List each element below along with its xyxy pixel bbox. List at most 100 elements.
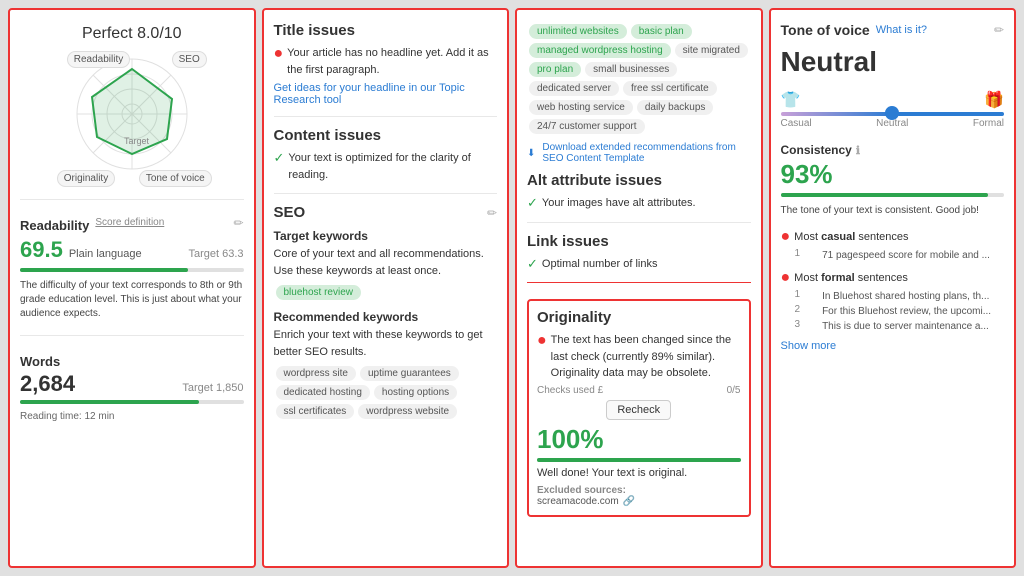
originality-score: 100% [537, 424, 741, 455]
tov-edit-icon[interactable]: ✏ [994, 23, 1004, 37]
casual-icon: 👕 [781, 90, 801, 110]
consistency-progress [781, 193, 1005, 197]
tov-header: Tone of voice What is it? ✏ [781, 22, 1005, 38]
recommended-keywords-title: Recommended keywords [274, 310, 498, 324]
target-tag[interactable]: bluehost review [276, 285, 361, 300]
alt-issues-title: Alt attribute issues [527, 172, 751, 189]
overall-score: Perfect 8.0/10 [20, 22, 244, 43]
formal-sentence-2: 2For this Bluehost review, the upcomi... [795, 304, 1005, 319]
title-issues-heading: Title issues [274, 22, 498, 39]
casual-sentences-label: Most casual sentences [794, 231, 908, 243]
readability-edit-icon[interactable]: ✏ [233, 216, 243, 230]
radar-svg: Target [52, 49, 212, 179]
recommended-tags-area: wordpress site uptime guarantees dedicated… [274, 364, 498, 421]
formal-dot: ● [781, 269, 791, 287]
originality-progress [537, 458, 741, 462]
radar-label-readability: Readability [67, 51, 130, 68]
top-tag[interactable]: daily backups [637, 100, 714, 115]
casual-dot: ● [781, 228, 791, 246]
panel-issues: Title issues ● Your article has no headl… [262, 8, 510, 568]
target-keywords-tags: bluehost review [274, 283, 498, 302]
top-tag[interactable]: 24/7 customer support [529, 119, 645, 134]
score-suffix: /10 [159, 25, 181, 42]
score-def[interactable]: Score definition [95, 217, 164, 228]
readability-desc: The difficulty of your text corresponds … [20, 279, 244, 321]
alt-issue-text: Your images have alt attributes. [542, 195, 696, 212]
info-icon: ℹ [856, 144, 860, 157]
what-is-it-link[interactable]: What is it? [876, 24, 927, 36]
topic-research-link[interactable]: Get ideas for your headline in our Topic… [274, 82, 498, 106]
recheck-button[interactable]: Recheck [606, 400, 671, 420]
tov-title: Tone of voice [781, 22, 870, 38]
top-tag[interactable]: site migrated [675, 43, 748, 58]
top-tag[interactable]: unlimited websites [529, 24, 627, 39]
content-issues-heading: Content issues [274, 127, 498, 144]
tov-value: Neutral [781, 46, 1005, 78]
top-tag[interactable]: basic plan [631, 24, 692, 39]
words-progress [20, 400, 244, 404]
consistency-label: Consistency ℹ [781, 143, 1005, 157]
content-issue-text: Your text is optimized for the clarity o… [288, 150, 497, 183]
excluded-label: Excluded sources: [537, 485, 741, 496]
originality-fill [537, 458, 741, 462]
title-issue-row: ● Your article has no headline yet. Add … [274, 45, 498, 78]
originality-section: Originality ● The text has been changed … [527, 299, 751, 517]
top-tag[interactable]: web hosting service [529, 100, 633, 115]
recommended-tag[interactable]: dedicated hosting [276, 385, 370, 400]
top-tag[interactable]: managed wordpress hosting [529, 43, 671, 58]
top-tag[interactable]: small businesses [585, 62, 677, 77]
alt-issues-section: Alt attribute issues ✓ Your images have … [527, 172, 751, 212]
alt-check: ✓ [527, 195, 538, 211]
casual-label: Casual [781, 118, 812, 129]
title-issue-text: Your article has no headline yet. Add it… [287, 45, 497, 78]
seo-title: SEO [274, 204, 306, 221]
radar-label-originality: Originality [57, 170, 115, 187]
recommended-tag[interactable]: hosting options [374, 385, 457, 400]
link-issues-title: Link issues [527, 233, 751, 250]
tone-slider[interactable]: 👕 🎁 Casual Neutral Formal [781, 90, 1005, 129]
formal-sentence-list: 1In Bluehost shared hosting plans, th...… [781, 289, 1005, 334]
recommended-tag[interactable]: wordpress site [276, 366, 356, 381]
formal-sentences-label: Most formal sentences [794, 272, 908, 284]
words-target: Target 1,850 [182, 382, 243, 394]
formal-sentences-header: ● Most formal sentences [781, 269, 1005, 287]
panel-originality: unlimited websites basic plan managed word… [515, 8, 763, 568]
link-icon: 🔗 [623, 496, 635, 507]
readability-fill [20, 268, 188, 272]
top-tag[interactable]: free ssl certificate [623, 81, 717, 96]
words-value: 2,684 [20, 371, 75, 397]
show-more-link[interactable]: Show more [781, 340, 1005, 352]
top-tag[interactable]: pro plan [529, 62, 581, 77]
recommended-tag[interactable]: ssl certificates [276, 404, 355, 419]
download-link[interactable]: ⬇Download extended recommendations from … [527, 142, 751, 164]
readability-progress [20, 268, 244, 272]
score-value: Perfect 8.0 [82, 25, 159, 42]
formal-icon: 🎁 [984, 90, 1004, 110]
readability-score-row: 69.5 Plain language Target 63.3 [20, 237, 244, 263]
readability-target: Target 63.3 [188, 248, 243, 260]
words-header: Words [20, 346, 244, 371]
formal-sentence-3: 3This is due to server maintenance a... [795, 319, 1005, 334]
recommended-tag[interactable]: wordpress website [358, 404, 457, 419]
checks-total: 0/5 [727, 385, 741, 396]
recommended-tag[interactable]: uptime guarantees [360, 366, 459, 381]
svg-text:Target: Target [124, 136, 150, 146]
panel-tone-of-voice: Tone of voice What is it? ✏ Neutral 👕 🎁 … [769, 8, 1017, 568]
tov-desc: The tone of your text is consistent. Goo… [781, 204, 1005, 218]
target-keywords-desc: Core of your text and all recommendation… [274, 246, 498, 279]
seo-edit-icon[interactable]: ✏ [487, 206, 497, 220]
recommended-keywords-desc: Enrich your text with these keywords to … [274, 327, 498, 360]
casual-sentences-header: ● Most casual sentences [781, 228, 1005, 246]
originality-title: Originality [537, 309, 741, 326]
content-issue-row: ✓ Your text is optimized for the clarity… [274, 150, 498, 183]
content-issue-check: ✓ [274, 150, 285, 166]
radar-label-tone: Tone of voice [139, 170, 212, 187]
readability-title: Readability [20, 218, 89, 233]
link-issue-text: Optimal number of links [542, 256, 658, 273]
readability-header: Readability Score definition ✏ [20, 210, 244, 235]
checks-label: Checks used £ [537, 385, 603, 396]
top-tag[interactable]: dedicated server [529, 81, 619, 96]
reading-time: Reading time: 12 min [20, 411, 244, 422]
seo-header: SEO ✏ [274, 204, 498, 221]
well-done-text: Well done! Your text is original. [537, 465, 741, 482]
